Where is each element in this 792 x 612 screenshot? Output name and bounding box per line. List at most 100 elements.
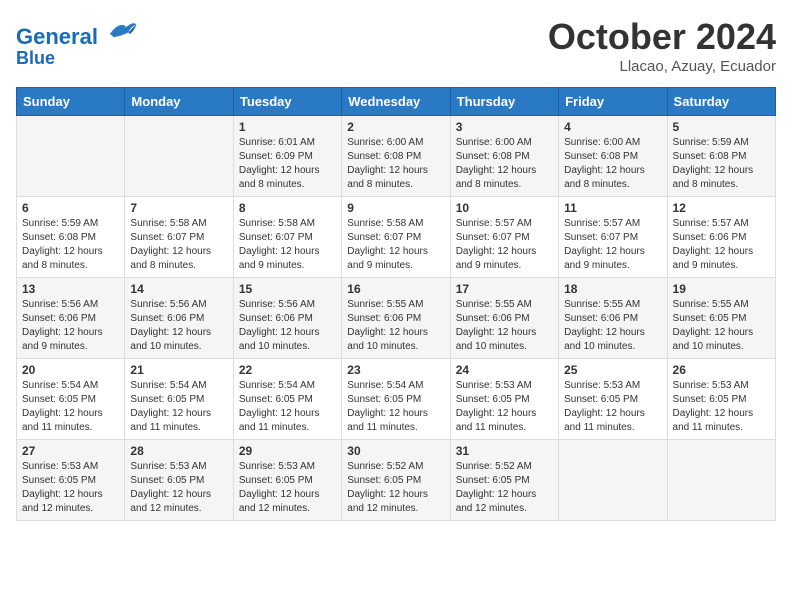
day-number: 18 <box>564 282 661 296</box>
day-details: Sunrise: 5:58 AMSunset: 6:07 PMDaylight:… <box>130 217 227 273</box>
calendar-cell: 24 Sunrise: 5:53 AMSunset: 6:05 PMDayligh… <box>450 359 558 440</box>
col-header-thursday: Thursday <box>450 88 558 116</box>
calendar-cell: 3 Sunrise: 6:00 AMSunset: 6:08 PMDaylight… <box>450 116 558 197</box>
calendar-cell <box>559 440 667 521</box>
day-number: 26 <box>673 363 770 377</box>
day-number: 19 <box>673 282 770 296</box>
day-details: Sunrise: 5:56 AMSunset: 6:06 PMDaylight:… <box>239 298 336 354</box>
week-row-2: 6 Sunrise: 5:59 AMSunset: 6:08 PMDaylight… <box>17 197 776 278</box>
logo-general: General <box>16 24 98 49</box>
calendar-cell: 11Sunrise: 5:57 AMSunset: 6:07 PMDayligh… <box>559 197 667 278</box>
logo: General Blue <box>16 16 138 69</box>
calendar-cell: 31 Sunrise: 5:52 AMSunset: 6:05 PMDayligh… <box>450 440 558 521</box>
day-details: Sunrise: 5:55 AMSunset: 6:05 PMDaylight:… <box>673 298 770 354</box>
calendar-cell: 22 Sunrise: 5:54 AMSunset: 6:05 PMDayligh… <box>233 359 341 440</box>
day-number: 29 <box>239 444 336 458</box>
day-details: Sunrise: 6:00 AMSunset: 6:08 PMDaylight:… <box>564 136 661 192</box>
day-details: Sunrise: 5:54 AMSunset: 6:05 PMDaylight:… <box>22 379 119 435</box>
day-number: 20 <box>22 363 119 377</box>
day-details: Sunrise: 5:52 AMSunset: 6:05 PMDaylight:… <box>456 460 553 516</box>
col-header-wednesday: Wednesday <box>342 88 450 116</box>
week-row-3: 13Sunrise: 5:56 AMSunset: 6:06 PMDayligh… <box>17 278 776 359</box>
day-details: Sunrise: 5:52 AMSunset: 6:05 PMDaylight:… <box>347 460 444 516</box>
day-number: 17 <box>456 282 553 296</box>
day-details: Sunrise: 5:58 AMSunset: 6:07 PMDaylight:… <box>239 217 336 273</box>
col-header-saturday: Saturday <box>667 88 775 116</box>
logo-blue: Blue <box>16 48 55 68</box>
calendar-cell: 2 Sunrise: 6:00 AMSunset: 6:08 PMDaylight… <box>342 116 450 197</box>
day-details: Sunrise: 5:54 AMSunset: 6:05 PMDaylight:… <box>239 379 336 435</box>
day-number: 15 <box>239 282 336 296</box>
calendar-cell: 12Sunrise: 5:57 AMSunset: 6:06 PMDayligh… <box>667 197 775 278</box>
day-number: 9 <box>347 201 444 215</box>
day-number: 6 <box>22 201 119 215</box>
calendar-cell: 6 Sunrise: 5:59 AMSunset: 6:08 PMDaylight… <box>17 197 125 278</box>
day-details: Sunrise: 5:53 AMSunset: 6:05 PMDaylight:… <box>564 379 661 435</box>
calendar-cell: 10 Sunrise: 5:57 AMSunset: 6:07 PMDayligh… <box>450 197 558 278</box>
calendar-cell <box>667 440 775 521</box>
day-number: 31 <box>456 444 553 458</box>
col-header-tuesday: Tuesday <box>233 88 341 116</box>
day-number: 12 <box>673 201 770 215</box>
day-number: 4 <box>564 120 661 134</box>
day-number: 24 <box>456 363 553 377</box>
calendar-cell: 30 Sunrise: 5:52 AMSunset: 6:05 PMDayligh… <box>342 440 450 521</box>
logo-bird-icon <box>106 16 138 44</box>
day-details: Sunrise: 5:57 AMSunset: 6:07 PMDaylight:… <box>456 217 553 273</box>
day-details: Sunrise: 5:53 AMSunset: 6:05 PMDaylight:… <box>239 460 336 516</box>
calendar-cell: 4 Sunrise: 6:00 AMSunset: 6:08 PMDaylight… <box>559 116 667 197</box>
calendar-cell: 16Sunrise: 5:55 AMSunset: 6:06 PMDayligh… <box>342 278 450 359</box>
day-details: Sunrise: 5:53 AMSunset: 6:05 PMDaylight:… <box>22 460 119 516</box>
day-details: Sunrise: 5:54 AMSunset: 6:05 PMDaylight:… <box>130 379 227 435</box>
day-number: 10 <box>456 201 553 215</box>
day-details: Sunrise: 5:53 AMSunset: 6:05 PMDaylight:… <box>456 379 553 435</box>
calendar-cell: 5 Sunrise: 5:59 AMSunset: 6:08 PMDaylight… <box>667 116 775 197</box>
day-details: Sunrise: 6:00 AMSunset: 6:08 PMDaylight:… <box>456 136 553 192</box>
calendar-cell: 17Sunrise: 5:55 AMSunset: 6:06 PMDayligh… <box>450 278 558 359</box>
calendar-cell: 19 Sunrise: 5:55 AMSunset: 6:05 PMDayligh… <box>667 278 775 359</box>
week-row-4: 20 Sunrise: 5:54 AMSunset: 6:05 PMDayligh… <box>17 359 776 440</box>
calendar-cell: 1Sunrise: 6:01 AMSunset: 6:09 PMDaylight… <box>233 116 341 197</box>
day-details: Sunrise: 5:56 AMSunset: 6:06 PMDaylight:… <box>130 298 227 354</box>
day-details: Sunrise: 6:01 AMSunset: 6:09 PMDaylight:… <box>239 136 336 192</box>
day-number: 11 <box>564 201 661 215</box>
day-number: 27 <box>22 444 119 458</box>
col-header-friday: Friday <box>559 88 667 116</box>
page-header: General Blue October 2024 Llacao, Azuay,… <box>16 16 776 75</box>
day-details: Sunrise: 5:55 AMSunset: 6:06 PMDaylight:… <box>564 298 661 354</box>
day-number: 8 <box>239 201 336 215</box>
day-details: Sunrise: 5:59 AMSunset: 6:08 PMDaylight:… <box>22 217 119 273</box>
calendar-cell: 8 Sunrise: 5:58 AMSunset: 6:07 PMDaylight… <box>233 197 341 278</box>
calendar-cell: 23Sunrise: 5:54 AMSunset: 6:05 PMDayligh… <box>342 359 450 440</box>
day-details: Sunrise: 5:59 AMSunset: 6:08 PMDaylight:… <box>673 136 770 192</box>
week-row-5: 27 Sunrise: 5:53 AMSunset: 6:05 PMDayligh… <box>17 440 776 521</box>
day-number: 23 <box>347 363 444 377</box>
calendar-table: SundayMondayTuesdayWednesdayThursdayFrid… <box>16 87 776 521</box>
calendar-cell: 20 Sunrise: 5:54 AMSunset: 6:05 PMDayligh… <box>17 359 125 440</box>
day-number: 3 <box>456 120 553 134</box>
day-details: Sunrise: 5:58 AMSunset: 6:07 PMDaylight:… <box>347 217 444 273</box>
day-details: Sunrise: 5:53 AMSunset: 6:05 PMDaylight:… <box>673 379 770 435</box>
calendar-cell: 9 Sunrise: 5:58 AMSunset: 6:07 PMDaylight… <box>342 197 450 278</box>
header-row: SundayMondayTuesdayWednesdayThursdayFrid… <box>17 88 776 116</box>
day-details: Sunrise: 5:55 AMSunset: 6:06 PMDaylight:… <box>347 298 444 354</box>
day-number: 5 <box>673 120 770 134</box>
col-header-monday: Monday <box>125 88 233 116</box>
calendar-cell: 29 Sunrise: 5:53 AMSunset: 6:05 PMDayligh… <box>233 440 341 521</box>
day-details: Sunrise: 6:00 AMSunset: 6:08 PMDaylight:… <box>347 136 444 192</box>
location-subtitle: Llacao, Azuay, Ecuador <box>548 58 776 75</box>
calendar-cell: 15 Sunrise: 5:56 AMSunset: 6:06 PMDayligh… <box>233 278 341 359</box>
month-title: October 2024 <box>548 16 776 58</box>
calendar-cell <box>125 116 233 197</box>
day-number: 22 <box>239 363 336 377</box>
calendar-cell: 18 Sunrise: 5:55 AMSunset: 6:06 PMDayligh… <box>559 278 667 359</box>
day-number: 25 <box>564 363 661 377</box>
day-number: 30 <box>347 444 444 458</box>
day-details: Sunrise: 5:56 AMSunset: 6:06 PMDaylight:… <box>22 298 119 354</box>
day-number: 2 <box>347 120 444 134</box>
calendar-cell: 28Sunrise: 5:53 AMSunset: 6:05 PMDayligh… <box>125 440 233 521</box>
calendar-cell: 27 Sunrise: 5:53 AMSunset: 6:05 PMDayligh… <box>17 440 125 521</box>
calendar-cell: 7Sunrise: 5:58 AMSunset: 6:07 PMDaylight… <box>125 197 233 278</box>
day-number: 21 <box>130 363 227 377</box>
calendar-cell: 26 Sunrise: 5:53 AMSunset: 6:05 PMDayligh… <box>667 359 775 440</box>
